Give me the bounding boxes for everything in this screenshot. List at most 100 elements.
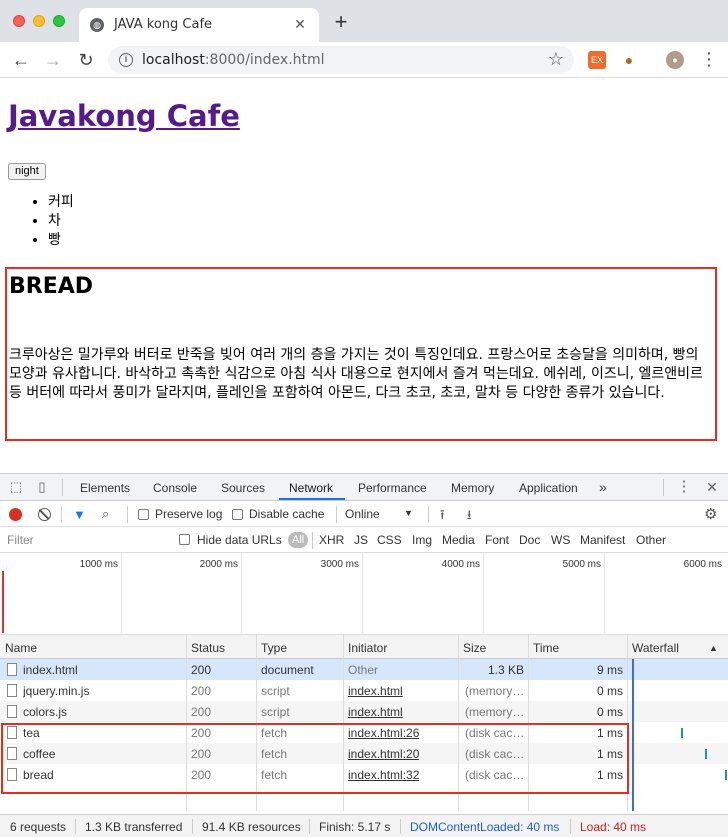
divider bbox=[192, 819, 193, 834]
type-filter-media[interactable]: Media bbox=[442, 533, 475, 547]
tab-sources[interactable]: Sources bbox=[221, 481, 265, 495]
row-initiator-link[interactable]: index.html bbox=[348, 705, 403, 719]
tab-performance[interactable]: Performance bbox=[358, 481, 427, 495]
maximize-window-button[interactable] bbox=[53, 15, 65, 27]
forward-arrow-icon[interactable]: → bbox=[41, 48, 65, 72]
cookie-extension-icon[interactable]: ● bbox=[620, 51, 638, 69]
row-initiator-link[interactable]: index.html bbox=[348, 684, 403, 698]
timeline-label: 5000 ms bbox=[562, 559, 601, 570]
row-type: document bbox=[261, 663, 314, 677]
reload-icon[interactable]: ↻ bbox=[74, 48, 98, 72]
column-header-size[interactable]: Size bbox=[463, 641, 486, 655]
back-arrow-icon[interactable]: ← bbox=[9, 48, 33, 72]
minimize-window-button[interactable] bbox=[33, 15, 45, 27]
timeline-label: 1000 ms bbox=[79, 559, 118, 570]
tab-elements[interactable]: Elements bbox=[80, 481, 130, 495]
import-har-icon[interactable]: ⭱ bbox=[440, 506, 445, 528]
type-filter-manifest[interactable]: Manifest bbox=[580, 533, 625, 547]
row-time: 0 ms bbox=[597, 705, 624, 719]
type-filter-doc[interactable]: Doc bbox=[519, 533, 540, 547]
divider bbox=[61, 506, 62, 523]
export-har-icon[interactable]: ⭳ bbox=[467, 506, 472, 528]
resources-size: 91.4 KB resources bbox=[202, 820, 301, 834]
url-text[interactable]: localhost:8000/index.html bbox=[142, 52, 325, 68]
type-filter-other[interactable]: Other bbox=[636, 533, 666, 547]
network-overview-timeline[interactable]: 1000 ms 2000 ms 3000 ms 4000 ms 5000 ms … bbox=[0, 553, 728, 635]
tab-title: JAVA kong Cafe bbox=[114, 17, 213, 32]
filter-icon[interactable]: ▼ bbox=[73, 507, 86, 522]
waterfall-bar bbox=[725, 770, 727, 780]
active-tab-indicator bbox=[279, 498, 345, 500]
timeline-label: 2000 ms bbox=[199, 559, 238, 570]
waterfall-bar bbox=[705, 749, 707, 759]
more-tabs-icon[interactable]: » bbox=[599, 479, 607, 495]
network-toolbar: ▼ ⌕ Preserve log Disable cache Online ▼ … bbox=[0, 501, 728, 527]
timeline-gridline bbox=[604, 553, 605, 633]
night-mode-button[interactable]: night bbox=[8, 163, 46, 180]
timeline-label: 4000 ms bbox=[441, 559, 480, 570]
type-filter-xhr[interactable]: XHR bbox=[319, 533, 344, 547]
menu-item-bread[interactable]: 빵 bbox=[48, 231, 74, 250]
type-filter-ws[interactable]: WS bbox=[551, 533, 570, 547]
menu-item-coffee[interactable]: 커피 bbox=[48, 193, 74, 212]
document-icon bbox=[7, 663, 17, 676]
device-toolbar-icon[interactable]: ▯ bbox=[34, 480, 50, 494]
clear-icon[interactable] bbox=[38, 508, 51, 521]
close-tab-icon[interactable]: ✕ bbox=[291, 15, 309, 33]
column-header-time[interactable]: Time bbox=[533, 641, 559, 655]
table-row[interactable]: jquery.min.js 200 script index.html (mem… bbox=[0, 680, 728, 701]
timeline-start-marker bbox=[2, 571, 4, 633]
column-header-type[interactable]: Type bbox=[261, 641, 287, 655]
tab-network[interactable]: Network bbox=[289, 481, 333, 495]
browser-tab[interactable]: ◍ JAVA kong Cafe ✕ bbox=[79, 8, 319, 42]
column-header-initiator[interactable]: Initiator bbox=[348, 641, 387, 655]
address-bar[interactable]: i localhost:8000/index.html ☆ bbox=[108, 46, 574, 74]
column-header-status[interactable]: Status bbox=[191, 641, 225, 655]
type-filter-all[interactable]: All bbox=[288, 532, 309, 548]
hide-data-urls-checkbox[interactable] bbox=[179, 534, 190, 545]
bookmark-star-icon[interactable]: ☆ bbox=[548, 49, 564, 70]
close-devtools-icon[interactable]: ✕ bbox=[704, 480, 720, 494]
browser-menu-icon[interactable]: ⋮ bbox=[700, 49, 718, 69]
profile-avatar-icon[interactable]: ● bbox=[666, 51, 684, 69]
preserve-log-checkbox[interactable] bbox=[138, 509, 149, 520]
table-row[interactable]: index.html 200 document Other 1.3 KB 9 m… bbox=[0, 659, 728, 680]
inspect-element-icon[interactable]: ⬚ bbox=[8, 480, 24, 494]
row-name: jquery.min.js bbox=[23, 684, 90, 698]
site-title-link[interactable]: Javakong Cafe bbox=[8, 99, 240, 133]
script-file-icon bbox=[7, 705, 17, 718]
info-icon[interactable]: i bbox=[119, 53, 133, 67]
type-filter-js[interactable]: JS bbox=[354, 533, 368, 547]
row-initiator: Other bbox=[348, 663, 379, 677]
menu-item-tea[interactable]: 차 bbox=[48, 212, 74, 231]
row-size: 1.3 KB bbox=[488, 663, 525, 677]
type-filter-css[interactable]: CSS bbox=[377, 533, 402, 547]
table-row[interactable]: colors.js 200 script index.html (memory…… bbox=[0, 701, 728, 722]
devtools-menu-icon[interactable]: ⋮ bbox=[676, 479, 692, 494]
tab-memory[interactable]: Memory bbox=[451, 481, 494, 495]
record-icon[interactable] bbox=[9, 508, 22, 521]
throttling-select[interactable]: Online bbox=[345, 507, 380, 521]
disable-cache-checkbox[interactable] bbox=[232, 509, 243, 520]
type-filter-font[interactable]: Font bbox=[485, 533, 509, 547]
divider bbox=[400, 819, 401, 834]
search-icon[interactable]: ⌕ bbox=[102, 506, 109, 522]
close-window-button[interactable] bbox=[13, 15, 25, 27]
extension-icon[interactable]: EX bbox=[588, 51, 606, 69]
filter-input[interactable]: Filter bbox=[4, 531, 168, 549]
request-count: 6 requests bbox=[10, 820, 67, 834]
url-path: :8000/index.html bbox=[204, 52, 325, 68]
row-time: 0 ms bbox=[597, 684, 624, 698]
tab-console[interactable]: Console bbox=[153, 481, 197, 495]
column-header-waterfall[interactable]: Waterfall bbox=[632, 641, 679, 655]
tab-application[interactable]: Application bbox=[519, 481, 578, 495]
type-filter-img[interactable]: Img bbox=[412, 533, 432, 547]
column-header-name[interactable]: Name bbox=[5, 641, 37, 655]
divider bbox=[428, 506, 429, 523]
divider bbox=[62, 479, 63, 496]
gear-icon[interactable]: ⚙ bbox=[704, 505, 717, 523]
row-size: (memory… bbox=[465, 705, 525, 719]
new-tab-button[interactable]: + bbox=[330, 11, 352, 33]
divider bbox=[127, 506, 128, 523]
globe-icon: ◍ bbox=[90, 18, 104, 32]
